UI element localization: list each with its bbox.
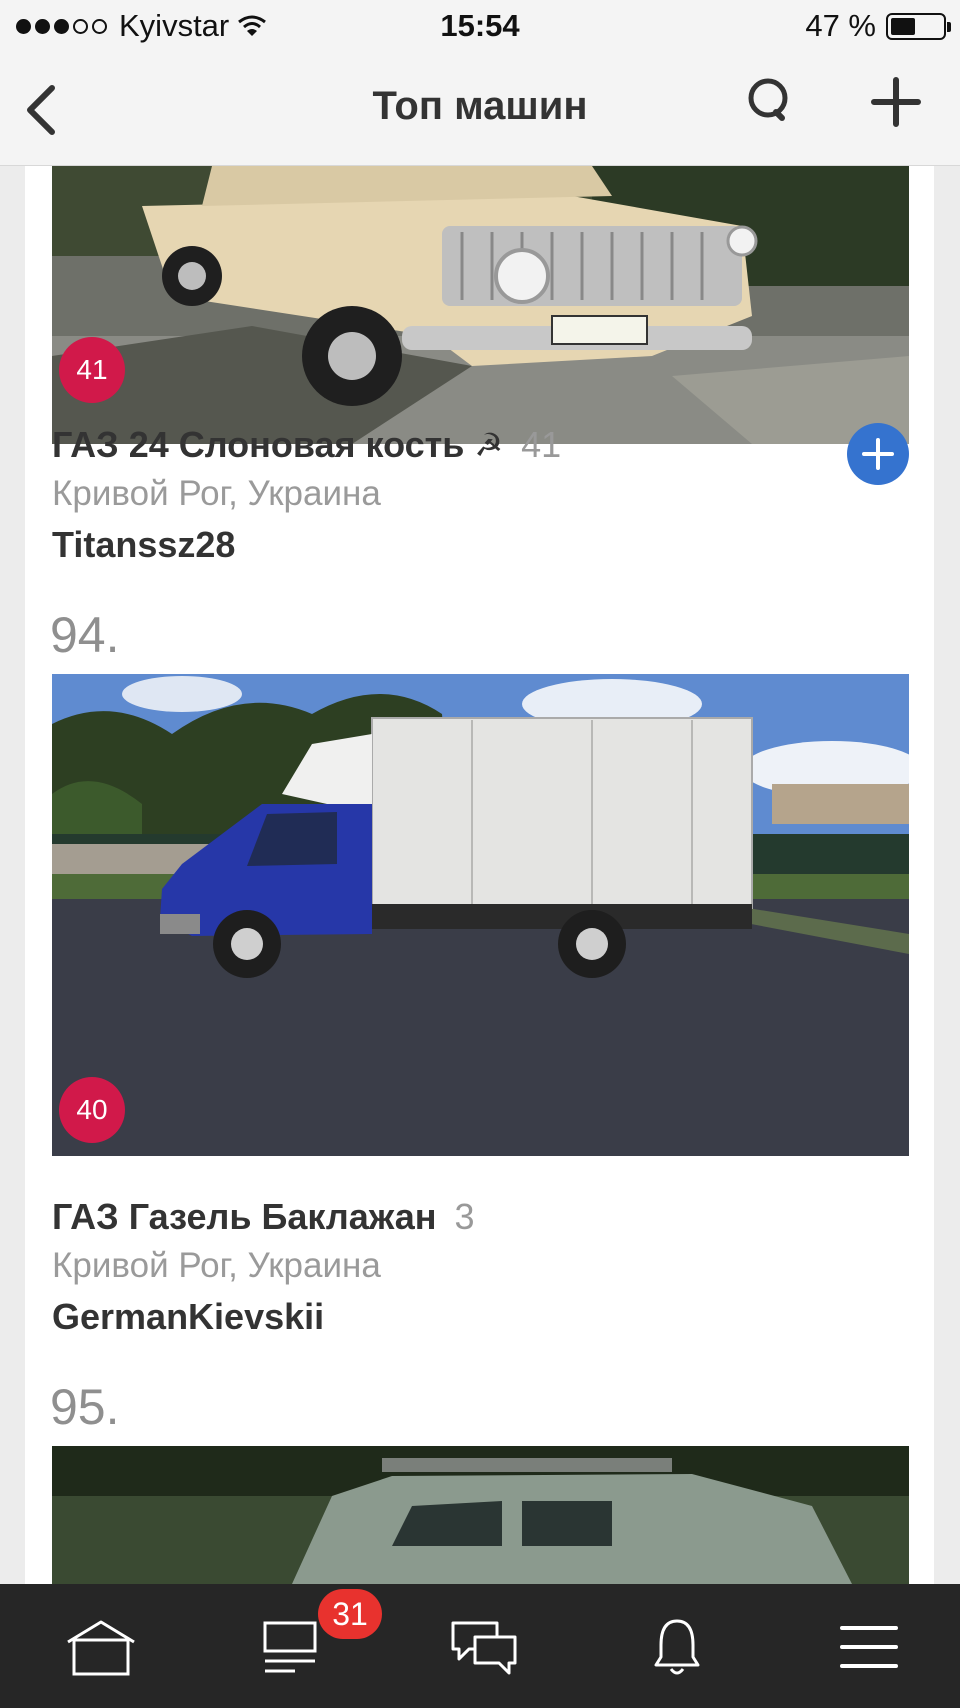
car-title[interactable]: ГАЗ Газель Баклажан 3 [52, 1196, 475, 1238]
car-photo[interactable] [52, 1446, 909, 1584]
car-title[interactable]: ГАЗ 24 Слоновая кость ☭ 41 [52, 424, 561, 466]
home-icon[interactable] [61, 1612, 141, 1682]
plus-icon [862, 438, 894, 470]
menu-icon[interactable] [829, 1612, 909, 1682]
tab-bar [0, 1584, 960, 1708]
battery-level [891, 17, 915, 35]
page-title: Топ машин [372, 84, 588, 128]
car-feed: 41 ГАЗ 24 Слоновая кость ☭ 41 Кривой Рог… [25, 166, 934, 1584]
car-title-text: ГАЗ 24 Слоновая кость [52, 424, 465, 465]
rank-number: 95. [50, 1379, 120, 1435]
search-icon[interactable] [740, 74, 800, 134]
status-bar: Kyivstar 15:54 47 % [0, 0, 960, 52]
battery-info: 47 % [805, 8, 951, 44]
follow-button[interactable] [847, 423, 909, 485]
car-title-text: ГАЗ Газель Баклажан [52, 1196, 437, 1237]
rank-number: 94. [50, 607, 120, 663]
navigation-bar: Топ машин [0, 52, 960, 166]
battery-percent: 47 % [805, 8, 876, 43]
rank-badge: 40 [59, 1077, 125, 1143]
battery-icon [886, 12, 951, 40]
car-owner[interactable]: GermanKievskii [52, 1296, 324, 1338]
plus-icon[interactable] [866, 74, 926, 134]
car-count: 41 [521, 424, 562, 465]
car-location: Кривой Рог, Украина [52, 474, 381, 513]
car-location: Кривой Рог, Украина [52, 1246, 381, 1285]
car-photo[interactable] [52, 166, 909, 444]
hammer-sickle-icon: ☭ [474, 427, 504, 463]
bell-icon[interactable] [637, 1612, 717, 1682]
car-owner[interactable]: Titanssz28 [52, 524, 235, 566]
car-photo[interactable] [52, 674, 909, 1156]
chat-icon[interactable] [444, 1612, 524, 1682]
notification-badge: 31 [318, 1589, 382, 1639]
car-count: 3 [454, 1196, 475, 1237]
rank-badge: 41 [59, 337, 125, 403]
